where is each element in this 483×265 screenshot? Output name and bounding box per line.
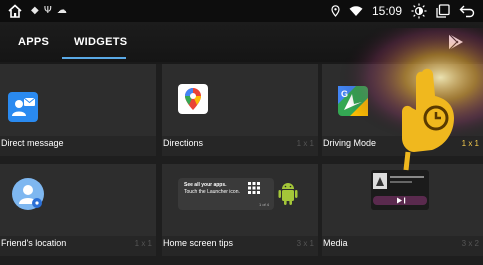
status-bar: ◆ Ψ ☁ 15:09 — [0, 0, 483, 22]
widget-home-screen-tips[interactable]: See all your apps. Touch the Launcher ic… — [162, 164, 318, 256]
widget-label: Media — [323, 238, 348, 248]
widget-friends-location[interactable]: Friend's location 1 x 1 — [0, 164, 156, 256]
friend-location-icon — [12, 178, 44, 210]
widget-label: Friend's location — [1, 238, 67, 248]
widget-driving-mode[interactable]: G Driving Mode 1 x 1 — [322, 64, 483, 156]
widget-preview — [162, 64, 318, 136]
clock: 15:09 — [371, 4, 402, 18]
widgets-header: APPS WIDGETS — [0, 22, 483, 62]
notification-icons: ◆ Ψ ☁ — [31, 5, 68, 16]
launcher-grid-icon — [248, 182, 260, 194]
widget-preview: G — [322, 64, 483, 136]
tip-page: 1 of 4 — [258, 202, 269, 207]
tab-widgets[interactable]: WIDGETS — [74, 36, 127, 48]
tab-selected-indicator — [62, 57, 126, 59]
widget-grid: Direct message Directions 1 x 1 G Drivin… — [0, 64, 483, 265]
location-pin-icon — [331, 5, 340, 17]
svg-text:G: G — [341, 89, 348, 99]
widget-size: 3 x 1 — [296, 239, 314, 248]
widget-label: Home screen tips — [163, 238, 234, 248]
widget-directions[interactable]: Directions 1 x 1 — [162, 64, 318, 156]
widget-preview — [322, 164, 483, 236]
tip-card: See all your apps. Touch the Launcher ic… — [178, 178, 274, 210]
widget-preview — [0, 164, 156, 236]
widget-preview: See all your apps. Touch the Launcher ic… — [162, 164, 318, 236]
widget-size: 1 x 1 — [461, 139, 479, 148]
brightness-icon[interactable] — [411, 3, 427, 19]
widget-size: 1 x 1 — [134, 239, 152, 248]
play-store-icon[interactable] — [447, 33, 465, 51]
widget-label: Driving Mode — [323, 138, 377, 148]
status-right-group: 15:09 — [331, 3, 475, 19]
maps-pin-icon — [178, 84, 208, 114]
tab-apps[interactable]: APPS — [18, 36, 49, 48]
back-icon[interactable] — [459, 4, 475, 18]
widget-size: 1 x 1 — [296, 139, 314, 148]
widget-preview — [0, 64, 156, 136]
widget-media[interactable]: Media 3 x 2 — [322, 164, 483, 256]
widget-label: Directions — [163, 138, 204, 148]
wifi-icon — [349, 6, 363, 16]
home-icon[interactable] — [7, 3, 23, 19]
direct-message-icon — [8, 92, 38, 122]
widget-label: Direct message — [1, 138, 64, 148]
media-player-preview-icon — [371, 170, 429, 210]
android-icon — [278, 183, 298, 205]
widget-direct-message[interactable]: Direct message — [0, 64, 156, 156]
driving-mode-icon: G — [338, 86, 368, 116]
recents-icon[interactable] — [436, 4, 450, 18]
widget-size: 3 x 2 — [461, 239, 479, 248]
